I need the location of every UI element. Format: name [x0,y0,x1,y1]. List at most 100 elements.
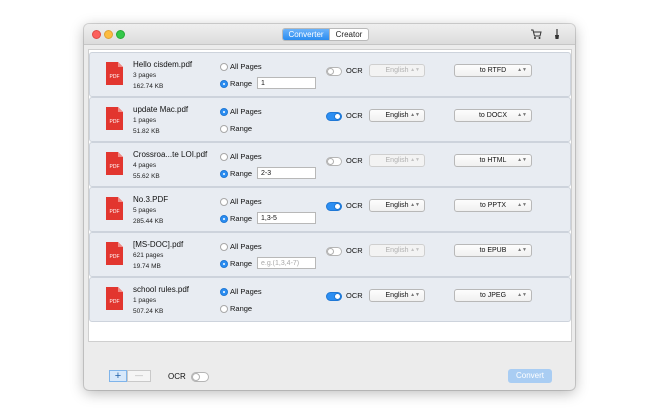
range-label: Range [230,304,253,313]
ocr-language-value: English [385,112,409,119]
output-format-select[interactable]: to JPEG ▲▼ [454,289,532,302]
pdf-file-icon: PDF [106,107,123,130]
file-page-count: 4 pages [133,162,157,169]
add-file-button[interactable]: + [109,370,127,382]
file-name: school rules.pdf [133,285,190,294]
ocr-label: OCR [346,291,363,300]
chevron-updown-icon: ▲▼ [517,157,527,163]
range-radio[interactable] [220,305,228,313]
ocr-toggle[interactable] [326,157,342,166]
ocr-label: OCR [346,66,363,75]
ocr-toggle[interactable] [326,112,342,121]
toggle-knob [327,68,334,75]
brush-icon[interactable] [551,28,563,40]
all-pages-radio[interactable] [220,288,228,296]
file-row[interactable]: PDF Crossroa...te LOI.pdf 4 pages 55.62 … [89,142,571,187]
all-pages-label: All Pages [230,62,262,71]
toggle-knob [334,113,341,120]
range-label: Range [230,79,253,88]
file-row[interactable]: PDF No.3.PDF 5 pages 285.44 KB All Pages… [89,187,571,232]
page-range-input[interactable] [257,212,316,224]
pdf-icon-label: PDF [110,299,120,305]
convert-button[interactable]: Convert [508,369,552,383]
all-pages-label: All Pages [230,152,262,161]
ocr-toggle[interactable] [326,292,342,301]
chevron-updown-icon: ▲▼ [517,67,527,73]
range-radio[interactable] [220,260,228,268]
range-radio[interactable] [220,215,228,223]
all-pages-radio[interactable] [220,153,228,161]
pdf-file-icon: PDF [106,62,123,85]
ocr-language-select[interactable]: English ▲▼ [369,289,425,302]
ocr-label: OCR [346,111,363,120]
close-window-button[interactable] [92,30,101,39]
ocr-language-value: English [385,202,409,209]
ocr-language-select[interactable]: English ▲▼ [369,154,425,167]
toggle-knob [327,158,334,165]
output-format-select[interactable]: to PPTX ▲▼ [454,199,532,212]
file-size: 55.62 KB [133,173,160,180]
ocr-language-value: English [385,67,409,74]
all-pages-label: All Pages [230,107,262,116]
page-range-input[interactable] [257,257,316,269]
chevron-updown-icon: ▲▼ [410,112,420,118]
file-name: No.3.PDF [133,195,169,204]
minimize-window-button[interactable] [104,30,113,39]
pdf-file-icon: PDF [106,242,123,265]
output-format-select[interactable]: to DOCX ▲▼ [454,109,532,122]
toggle-knob [334,203,341,210]
ocr-toggle[interactable] [326,247,342,256]
output-format-value: to HTML [479,157,507,164]
file-row[interactable]: PDF school rules.pdf 1 pages 507.24 KB A… [89,277,571,322]
range-label: Range [230,259,253,268]
file-page-count: 5 pages [133,207,157,214]
file-name: Crossroa...te LOI.pdf [133,150,208,159]
all-pages-label: All Pages [230,197,262,206]
chevron-updown-icon: ▲▼ [410,67,420,73]
tab-converter[interactable]: Converter [283,29,329,40]
output-format-select[interactable]: to RTFD ▲▼ [454,64,532,77]
file-row[interactable]: PDF [MS-DOC].pdf 621 pages 19.74 MB All … [89,232,571,277]
range-radio[interactable] [220,80,228,88]
ocr-label: OCR [346,246,363,255]
pdf-icon-label: PDF [110,209,120,215]
maximize-window-button[interactable] [116,30,125,39]
file-size: 162.74 KB [133,83,164,90]
cart-icon[interactable] [530,28,542,40]
remove-file-button[interactable]: — [127,370,151,382]
file-size: 507.24 KB [133,308,164,315]
all-pages-radio[interactable] [220,198,228,206]
toggle-knob [327,248,334,255]
all-pages-radio[interactable] [220,243,228,251]
ocr-label: OCR [346,201,363,210]
ocr-toggle[interactable] [326,202,342,211]
ocr-language-select[interactable]: English ▲▼ [369,244,425,257]
global-ocr-toggle[interactable] [191,372,209,382]
ocr-language-select[interactable]: English ▲▼ [369,199,425,212]
ocr-language-select[interactable]: English ▲▼ [369,109,425,122]
bottom-bar: + — OCR Convert [84,362,575,390]
file-name: update Mac.pdf [133,105,189,114]
pdf-file-icon: PDF [106,152,123,175]
file-page-count: 1 pages [133,297,157,304]
ocr-language-value: English [385,247,409,254]
title-bar: Converter Creator [84,24,575,45]
file-page-count: 1 pages [133,117,157,124]
output-format-select[interactable]: to EPUB ▲▼ [454,244,532,257]
all-pages-radio[interactable] [220,63,228,71]
range-radio[interactable] [220,125,228,133]
all-pages-radio[interactable] [220,108,228,116]
page-range-input[interactable] [257,77,316,89]
ocr-toggle[interactable] [326,67,342,76]
ocr-language-select[interactable]: English ▲▼ [369,64,425,77]
file-size: 51.82 KB [133,128,160,135]
file-row[interactable]: PDF Hello cisdem.pdf 3 pages 162.74 KB A… [89,52,571,97]
tab-creator[interactable]: Creator [329,29,368,40]
range-radio[interactable] [220,170,228,178]
file-name: Hello cisdem.pdf [133,60,193,69]
file-row[interactable]: PDF update Mac.pdf 1 pages 51.82 KB All … [89,97,571,142]
chevron-updown-icon: ▲▼ [517,292,527,298]
file-size: 19.74 MB [133,263,161,270]
output-format-select[interactable]: to HTML ▲▼ [454,154,532,167]
page-range-input[interactable] [257,167,316,179]
